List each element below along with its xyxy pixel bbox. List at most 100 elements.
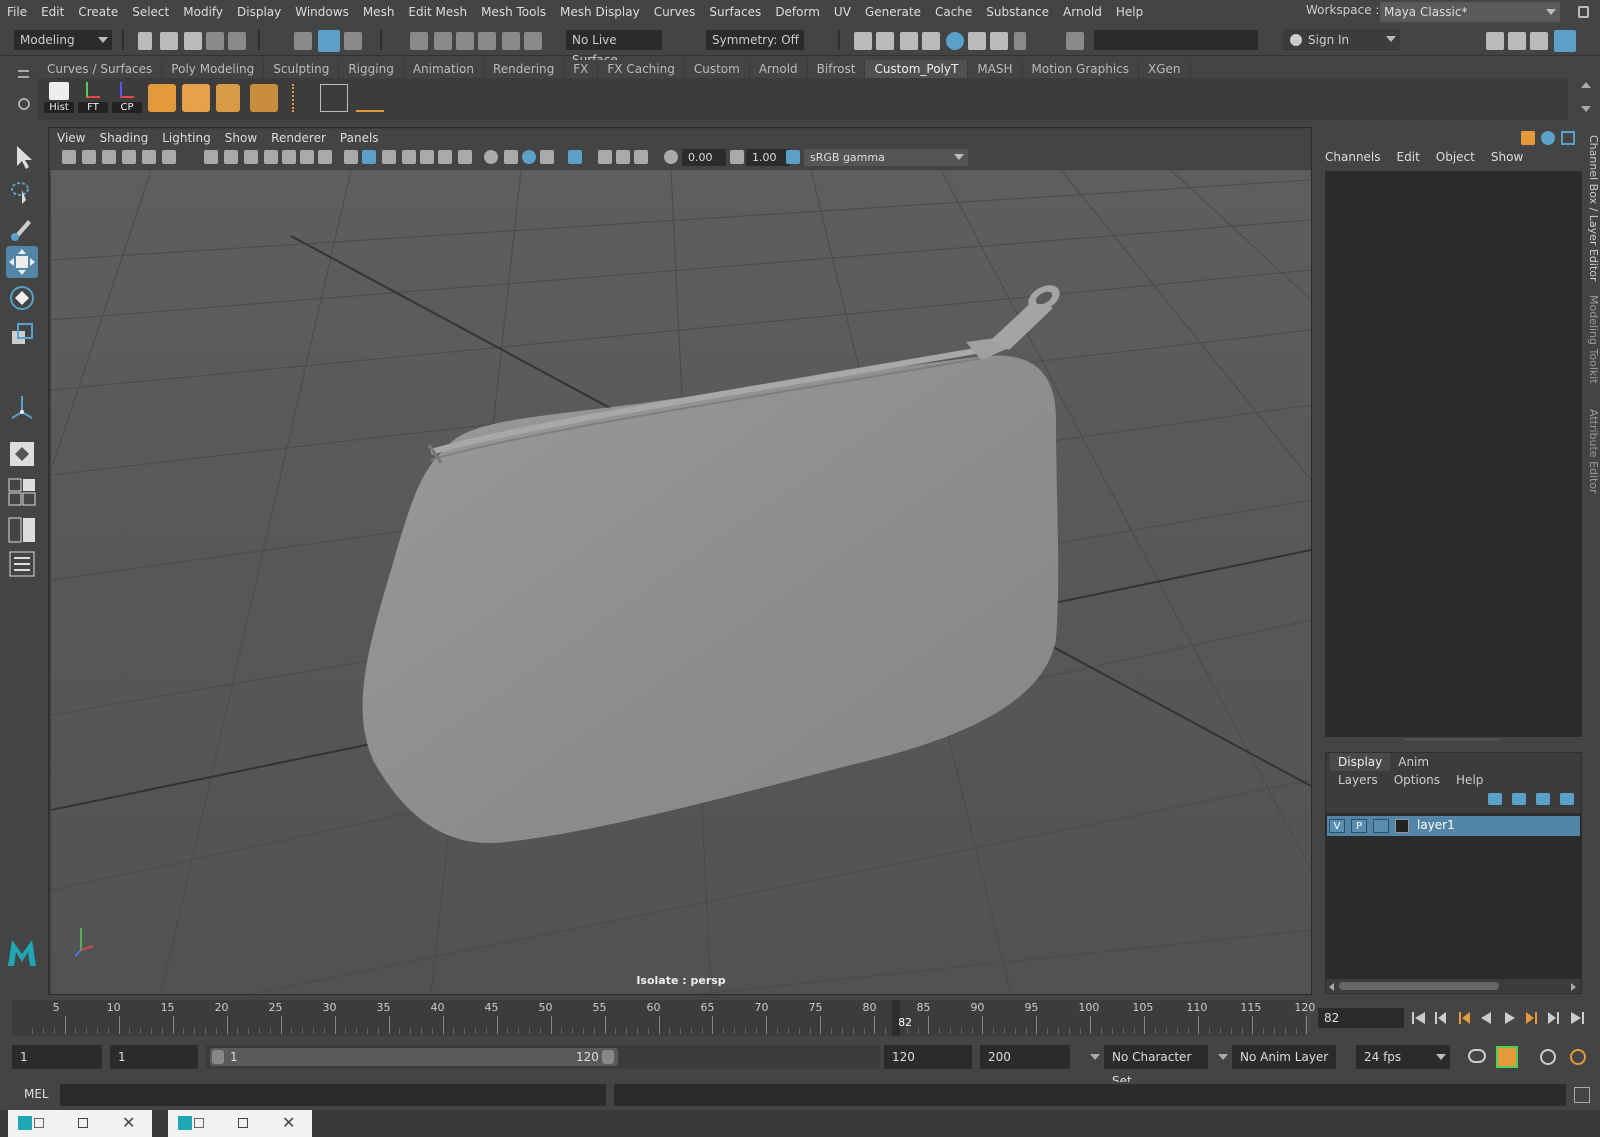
select-object-icon[interactable]: [318, 30, 340, 52]
isolate-select-icon[interactable]: [568, 150, 582, 164]
snap-grid-icon[interactable]: [410, 32, 428, 50]
shelf-tab-curves-surfaces[interactable]: Curves / Surfaces: [38, 60, 163, 78]
channel-object-menu[interactable]: Object: [1428, 148, 1483, 166]
select-hierarchy-icon[interactable]: [294, 32, 312, 50]
layer-visibility-toggle[interactable]: V: [1329, 819, 1345, 833]
shelf-scroll-down-icon[interactable]: [1581, 106, 1591, 112]
undo-icon[interactable]: [206, 32, 224, 50]
animation-prefs-icon[interactable]: [1570, 1049, 1586, 1065]
new-scene-icon[interactable]: [138, 32, 152, 50]
playback-end-field[interactable]: 120: [884, 1045, 972, 1069]
shelf-scroll-up-icon[interactable]: [1581, 82, 1591, 88]
scrollbar-thumb[interactable]: [1339, 982, 1499, 990]
scroll-right-icon[interactable]: [1571, 983, 1576, 991]
fps-dropdown[interactable]: 24 fps: [1356, 1045, 1450, 1069]
motion-blur-icon[interactable]: [504, 150, 518, 164]
lock-icon[interactable]: [1578, 6, 1589, 18]
xray-icon[interactable]: [598, 150, 612, 164]
viewport-menu-view[interactable]: View: [50, 129, 92, 147]
move-layer-down-icon[interactable]: [1512, 793, 1526, 805]
tab-anim[interactable]: Anim: [1390, 753, 1437, 771]
layer-display-type-toggle[interactable]: [1373, 819, 1389, 833]
menu-mesh-tools[interactable]: Mesh Tools: [474, 1, 553, 23]
anti-aliasing-icon[interactable]: [522, 150, 536, 164]
symmetry-dropdown[interactable]: Symmetry: Off: [706, 30, 804, 50]
field-chart-icon[interactable]: [282, 150, 296, 164]
character-set-dropdown-icon[interactable]: [1090, 1054, 1100, 1060]
film-gate-icon[interactable]: [224, 150, 238, 164]
auto-key-icon[interactable]: [1496, 1046, 1518, 1068]
xray-components-icon[interactable]: [634, 150, 648, 164]
safe-action-icon[interactable]: [300, 150, 314, 164]
step-back-key-icon[interactable]: [1456, 1010, 1472, 1026]
pivot-tool-icon[interactable]: [292, 84, 312, 112]
paint-select-tool[interactable]: [6, 212, 38, 244]
new-layer-selected-icon[interactable]: [1560, 793, 1574, 805]
side-tab-modeling-toolkit[interactable]: Modeling Toolkit: [1584, 295, 1600, 384]
xray-joints-icon[interactable]: [616, 150, 630, 164]
menu-mesh-display[interactable]: Mesh Display: [553, 1, 647, 23]
menu-cache[interactable]: Cache: [928, 1, 979, 23]
panel-splitter[interactable]: [1405, 739, 1500, 742]
attribute-editor-icon[interactable]: [1508, 32, 1526, 50]
shelf-tab-arnold[interactable]: Arnold: [750, 60, 808, 78]
viewport-scene[interactable]: Isolate : persp: [51, 170, 1311, 994]
shelf-tab-fx[interactable]: FX: [564, 60, 599, 78]
ipr-render-icon[interactable]: [900, 32, 918, 50]
range-end-handle[interactable]: [602, 1050, 614, 1064]
shelf-tab-mash[interactable]: MASH: [968, 60, 1023, 78]
two-d-pan-icon[interactable]: [142, 150, 156, 164]
channel-box-icon[interactable]: [1554, 30, 1576, 52]
color-management-icon[interactable]: [786, 150, 800, 164]
menu-file[interactable]: File: [0, 1, 34, 23]
grease-pencil-icon[interactable]: [162, 150, 176, 164]
menu-display[interactable]: Display: [230, 1, 288, 23]
channel-show-menu[interactable]: Show: [1483, 148, 1531, 166]
layers-menu[interactable]: Layers: [1330, 771, 1386, 789]
shelf-tab-xgen[interactable]: XGen: [1139, 60, 1191, 78]
input-field[interactable]: [1094, 30, 1258, 50]
viewport-menu-panels[interactable]: Panels: [333, 129, 386, 147]
snap-projected-icon[interactable]: [478, 32, 496, 50]
four-view-layout[interactable]: [6, 476, 38, 508]
gear-icon[interactable]: [18, 98, 30, 110]
checker-icon[interactable]: [420, 150, 434, 164]
modeling-toolkit-icon[interactable]: [1486, 32, 1504, 50]
textured-icon[interactable]: [402, 150, 416, 164]
poly-cube-icon[interactable]: [182, 84, 210, 112]
wireframe-on-shaded-icon[interactable]: [382, 150, 396, 164]
input-line-icon[interactable]: [1066, 32, 1084, 50]
rotate-tool[interactable]: [6, 282, 38, 314]
close-icon[interactable]: ✕: [122, 1113, 135, 1132]
shelf-tab-custom[interactable]: Custom: [685, 60, 750, 78]
range-slider[interactable]: 1 120: [206, 1045, 880, 1069]
pin-icon[interactable]: [1561, 131, 1575, 145]
step-forward-frame-icon[interactable]: [1546, 1010, 1562, 1026]
command-input[interactable]: [60, 1084, 606, 1106]
range-start-handle[interactable]: [212, 1050, 224, 1064]
range-slider-track[interactable]: [210, 1048, 618, 1066]
layer-color-swatch[interactable]: [1395, 819, 1409, 833]
menu-mesh[interactable]: Mesh: [356, 1, 402, 23]
lasso-tool[interactable]: [6, 176, 38, 208]
poly-extrude-icon[interactable]: [216, 84, 240, 112]
character-set-field[interactable]: No Character Set: [1104, 1045, 1208, 1088]
make-live-icon[interactable]: [524, 32, 542, 50]
step-back-frame-icon[interactable]: [1432, 1010, 1448, 1026]
menu-select[interactable]: Select: [125, 1, 176, 23]
pause-icon[interactable]: [1014, 32, 1026, 50]
snap-point-icon[interactable]: [456, 32, 474, 50]
select-tool[interactable]: [6, 140, 38, 172]
options-menu[interactable]: Options: [1386, 771, 1448, 789]
menu-curves[interactable]: Curves: [647, 1, 703, 23]
gate-mask-icon[interactable]: [264, 150, 278, 164]
time-slider[interactable]: 5 10 15 20 25 30 35 40 45 50 55 60 65 70 75 80 85 90 95 100…: [12, 1000, 1315, 1036]
exposure-icon[interactable]: [664, 150, 678, 164]
save-scene-icon[interactable]: [184, 32, 202, 50]
camera-attributes-icon[interactable]: [82, 150, 96, 164]
shelf-tab-custom-polyt[interactable]: Custom_PolyT: [865, 60, 969, 78]
side-tab-attribute-editor[interactable]: Attribute Editor: [1584, 409, 1600, 494]
menu-help[interactable]: Help: [1109, 1, 1150, 23]
ambient-occlusion-icon[interactable]: [484, 150, 498, 164]
shelf-menu-icon[interactable]: [18, 70, 29, 78]
